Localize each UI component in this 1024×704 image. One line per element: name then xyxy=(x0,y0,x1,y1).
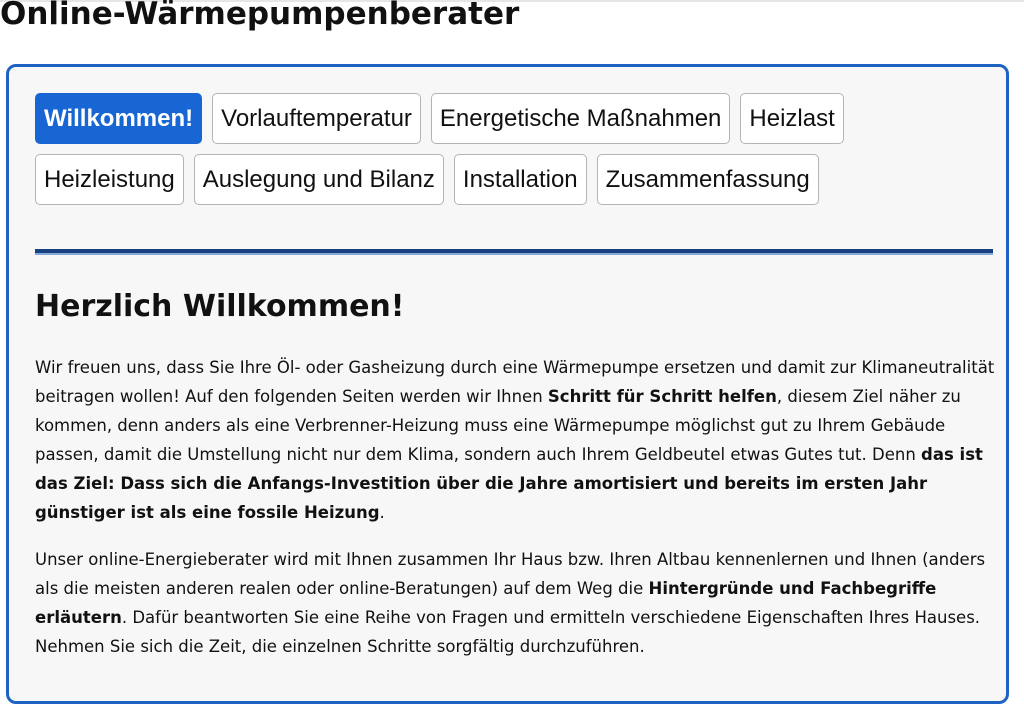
tab-row-1: Willkommen! Vorlauftemperatur Energetisc… xyxy=(35,93,995,144)
tab-zusammenfassung[interactable]: Zusammenfassung xyxy=(596,154,819,205)
tab-vorlauftemperatur[interactable]: Vorlauftemperatur xyxy=(212,93,421,144)
intro-paragraph-1: Wir freuen uns, dass Sie Ihre Öl- oder G… xyxy=(35,353,997,527)
tab-auslegung-und-bilanz[interactable]: Auslegung und Bilanz xyxy=(193,154,444,205)
tab-willkommen[interactable]: Willkommen! xyxy=(35,93,203,144)
tab-heizlast[interactable]: Heizlast xyxy=(740,93,844,144)
section-heading: Herzlich Willkommen! xyxy=(35,289,405,324)
tab-row-2: Heizleistung Auslegung und Bilanz Instal… xyxy=(35,154,995,205)
p2-text-2: . Dafür beantworten Sie eine Reihe von F… xyxy=(35,608,981,656)
advisor-panel: Willkommen! Vorlauftemperatur Energetisc… xyxy=(6,64,1009,704)
tab-energetische-massnahmen[interactable]: Energetische Maßnahmen xyxy=(430,93,731,144)
tab-installation[interactable]: Installation xyxy=(453,154,587,205)
step-tabs: Willkommen! Vorlauftemperatur Energetisc… xyxy=(35,93,995,215)
p1-text-3: . xyxy=(379,503,385,522)
p1-bold-1: Schritt für Schritt helfen xyxy=(547,387,777,406)
section-content: Wir freuen uns, dass Sie Ihre Öl- oder G… xyxy=(35,353,997,679)
page-title: Online-Wärmepumpenberater xyxy=(0,0,520,32)
intro-paragraph-2: Unser online-Energieberater wird mit Ihn… xyxy=(35,545,997,661)
section-divider xyxy=(35,249,993,253)
tab-heizleistung[interactable]: Heizleistung xyxy=(35,154,184,205)
